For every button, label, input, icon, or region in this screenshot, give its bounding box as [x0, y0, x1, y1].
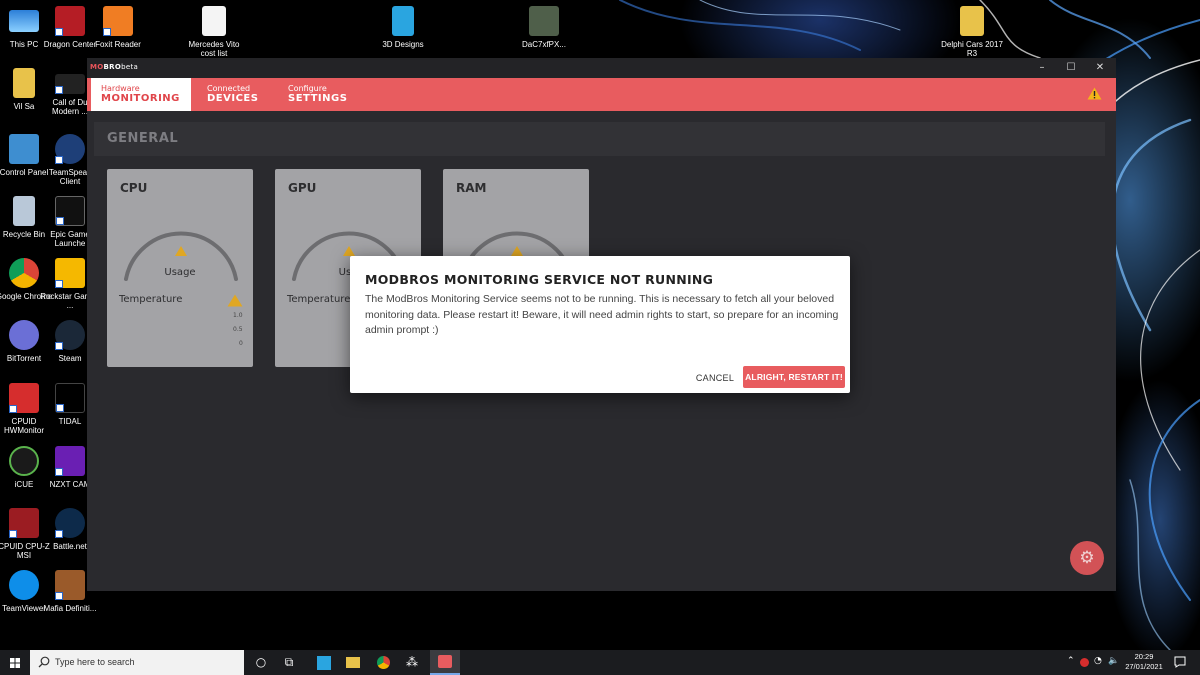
file-explorer-icon[interactable] — [342, 653, 364, 672]
cortana-icon[interactable]: ○ — [250, 653, 272, 672]
notification-icon[interactable] — [1174, 656, 1186, 668]
temperature-label: Temperature — [119, 294, 183, 305]
cancel-button[interactable]: CANCEL — [692, 367, 738, 389]
temperature-label: Temperature — [287, 294, 351, 305]
usage-label: Usage — [164, 267, 196, 278]
chrome-icon — [9, 258, 39, 288]
warning-icon — [343, 246, 355, 256]
search-placeholder: Type here to search — [55, 657, 135, 667]
minimize-button[interactable]: – — [1027, 61, 1057, 75]
control-panel-icon — [9, 134, 39, 164]
bittorrent-icon — [9, 320, 39, 350]
card-title: GPU — [288, 181, 317, 195]
folder-icon — [13, 68, 35, 98]
nzxt-icon — [55, 446, 85, 476]
cpu-z-icon — [9, 508, 39, 538]
restart-button[interactable]: ALRIGHT, RESTART IT! — [743, 366, 845, 388]
call-of-duty-icon — [55, 74, 85, 94]
folder-icon — [960, 6, 984, 36]
3d-designs-taskbar-icon[interactable] — [313, 653, 335, 672]
computer-icon — [9, 10, 39, 32]
section-header: GENERAL — [94, 122, 1105, 156]
taskbar: Type here to search ○ ⧉ ⁂ ⌃ ◔ 🔈 20:29 27… — [0, 650, 1200, 675]
warning-icon — [227, 294, 243, 307]
warning-icon — [175, 246, 187, 256]
tray-app-icon[interactable] — [1080, 658, 1089, 667]
title-bar: MOBRObeta – ☐ ✕ — [87, 58, 1116, 78]
dragon-icon — [55, 6, 85, 36]
card-title: RAM — [456, 181, 487, 195]
axis-tick: 0.5 — [233, 326, 243, 333]
recycle-bin-icon — [13, 196, 35, 226]
tab-connected-devices[interactable]: Connected DEVICES — [197, 78, 277, 111]
modbros-taskbar-button[interactable] — [430, 650, 460, 675]
battle-net-icon — [55, 508, 85, 538]
foxit-icon — [103, 6, 133, 36]
service-not-running-dialog: MODBROS MONITORING SERVICE NOT RUNNING T… — [350, 256, 850, 393]
tab-configure-settings[interactable]: Configure SETTINGS — [278, 78, 368, 111]
network-icon[interactable]: ◔ — [1094, 656, 1102, 666]
modbros-icon — [438, 655, 452, 668]
3d-designs-icon — [392, 6, 414, 36]
warning-icon — [511, 246, 523, 256]
card-title: CPU — [120, 181, 148, 195]
search-box[interactable]: Type here to search — [30, 650, 244, 675]
teamviewer-icon — [9, 570, 39, 600]
hwmonitor-icon — [9, 383, 39, 413]
tab-hardware-monitoring[interactable]: Hardware MONITORING — [91, 78, 191, 111]
chrome-taskbar-icon[interactable] — [372, 653, 394, 672]
dialog-title: MODBROS MONITORING SERVICE NOT RUNNING — [365, 272, 714, 287]
tidal-taskbar-icon[interactable]: ⁂ — [401, 653, 423, 672]
cpu-card: CPU Usage Temperature 1.0 0.5 0 — [107, 169, 253, 367]
tidal-icon — [55, 383, 85, 413]
mafia-icon — [55, 570, 85, 600]
dialog-body: The ModBros Monitoring Service seems not… — [365, 293, 839, 336]
clock[interactable]: 20:29 27/01/2021 — [1125, 652, 1163, 672]
steam-icon — [55, 320, 85, 350]
epic-games-icon — [55, 196, 85, 226]
document-icon — [202, 6, 226, 36]
desktop-icon-dac7xfpx[interactable]: DaC7xfPX... — [512, 6, 576, 49]
image-file-icon — [529, 6, 559, 36]
date-label: 27/01/2021 — [1125, 662, 1163, 671]
desktop-icon-foxit-reader[interactable]: Foxit Reader — [86, 6, 150, 49]
volume-icon[interactable]: 🔈 — [1108, 656, 1119, 666]
axis-tick: 1.0 — [233, 312, 243, 319]
teamspeak-icon — [55, 134, 85, 164]
gear-icon: ⚙ — [1079, 548, 1095, 568]
desktop-icon-delphi-cars[interactable]: Delphi Cars 2017 R3 — [940, 6, 1004, 58]
rockstar-icon — [55, 258, 85, 288]
chevron-up-icon[interactable]: ⌃ — [1067, 656, 1075, 666]
main-nav: Hardware MONITORING Connected DEVICES Co… — [87, 78, 1116, 111]
task-view-icon[interactable]: ⧉ — [278, 653, 300, 672]
close-button[interactable]: ✕ — [1085, 61, 1115, 75]
axis-tick: 0 — [239, 340, 243, 347]
time-label: 20:29 — [1134, 652, 1154, 661]
app-logo: MOBRObeta — [90, 63, 139, 71]
section-title: GENERAL — [107, 131, 179, 146]
desktop-icon-mercedes-cost-list[interactable]: Mercedes Vito cost list — [182, 6, 246, 58]
desktop-icon-3d-designs[interactable]: 3D Designs — [371, 6, 435, 49]
settings-fab[interactable]: ⚙ — [1070, 541, 1104, 575]
warning-icon[interactable] — [1087, 87, 1102, 100]
windows-icon — [10, 658, 20, 668]
search-icon — [38, 656, 50, 668]
maximize-button[interactable]: ☐ — [1056, 61, 1086, 75]
start-button[interactable] — [0, 650, 30, 675]
icue-icon — [9, 446, 39, 476]
